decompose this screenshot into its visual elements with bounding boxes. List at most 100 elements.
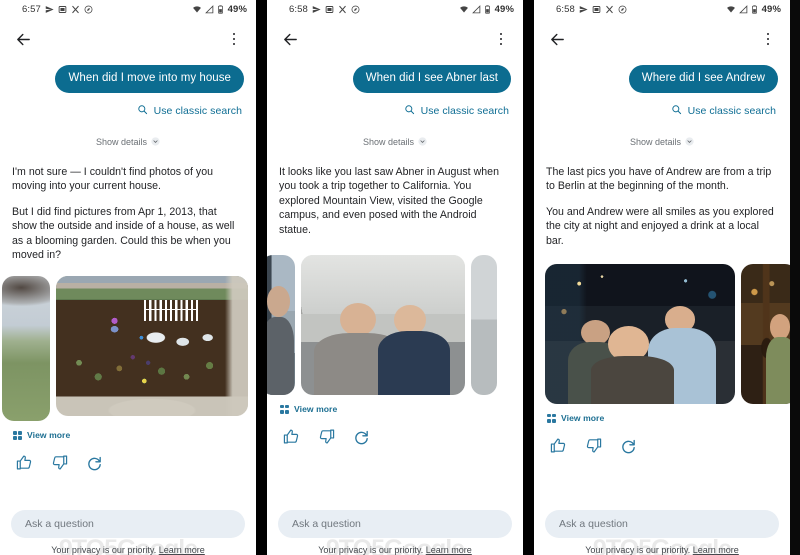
thumbs-down-icon[interactable] <box>318 428 335 445</box>
back-arrow-icon[interactable] <box>279 28 301 50</box>
photo-strip <box>0 276 256 422</box>
query-bubble[interactable]: When did I see Abner last <box>352 65 511 93</box>
photo-thumbnail[interactable] <box>56 276 248 417</box>
status-bar-right: 49% <box>192 4 247 15</box>
privacy-note: Your privacy is our priority. Learn more <box>545 538 779 555</box>
privacy-text: Your privacy is our priority. <box>585 545 691 555</box>
show-details-label: Show details <box>629 137 682 147</box>
search-icon <box>404 102 415 120</box>
battery-percent: 49% <box>227 4 247 15</box>
screenshot-icon <box>58 5 67 14</box>
answer-text: It looks like you last saw Abner in Augu… <box>267 151 523 237</box>
feedback-actions <box>534 423 790 454</box>
photo-thumbnail[interactable] <box>471 255 497 396</box>
send-icon <box>312 5 321 14</box>
classic-search-label: Use classic search <box>153 105 242 117</box>
photo-thumbnail[interactable] <box>741 264 790 405</box>
thumbs-up-icon[interactable] <box>283 428 300 445</box>
query-bubble-row: When did I see Abner last <box>267 59 523 93</box>
battery-percent: 49% <box>761 4 781 15</box>
privacy-text: Your privacy is our priority. <box>51 545 157 555</box>
show-details-label: Show details <box>95 137 148 147</box>
battery-icon <box>751 5 758 14</box>
feedback-actions <box>0 440 256 471</box>
person-head <box>267 285 291 317</box>
thumbs-up-icon[interactable] <box>16 454 33 471</box>
privacy-learn-more-link[interactable]: Learn more <box>159 545 205 555</box>
show-details-chip[interactable]: Show details <box>0 120 256 151</box>
photo-strip <box>267 255 523 396</box>
thumbs-up-icon[interactable] <box>550 437 567 454</box>
answer-paragraph: The last pics you have of Andrew are fro… <box>546 166 772 193</box>
chevron-down-icon <box>685 133 694 151</box>
status-bar-left: 6:57 <box>0 4 93 15</box>
phone-screen-2: 6:58 49% When did I see Abner last Use c… <box>267 0 523 555</box>
privacy-learn-more-link[interactable]: Learn more <box>693 545 739 555</box>
ask-question-bar[interactable] <box>11 510 245 538</box>
status-bar: 6:58 49% <box>267 0 523 19</box>
ask-question-input[interactable] <box>559 518 765 530</box>
ask-question-bar[interactable] <box>278 510 512 538</box>
photo-strip <box>534 264 790 405</box>
refresh-icon[interactable] <box>353 428 370 445</box>
ask-question-bar[interactable] <box>545 510 779 538</box>
show-details-label: Show details <box>362 137 415 147</box>
ask-question-input[interactable] <box>292 518 498 530</box>
grid-view-icon <box>13 430 22 440</box>
status-bar-right: 49% <box>726 4 781 15</box>
signal-icon <box>471 5 481 14</box>
phone-screen-1: 6:57 49% When did I move into my house U… <box>0 0 256 555</box>
status-bar-right: 49% <box>459 4 514 15</box>
query-bubble[interactable]: When did I move into my house <box>55 65 244 93</box>
app-bar <box>267 19 523 59</box>
photo-thumbnail[interactable] <box>2 276 50 422</box>
signal-icon <box>204 5 214 14</box>
screenshot-stage: 6:57 49% When did I move into my house U… <box>0 0 800 555</box>
classic-search-link[interactable]: Use classic search <box>0 93 256 120</box>
person-torso <box>590 356 675 405</box>
x-icon <box>71 5 80 14</box>
signal-icon <box>738 5 748 14</box>
status-time: 6:57 <box>22 4 41 15</box>
back-arrow-icon[interactable] <box>546 28 568 50</box>
show-details-chip[interactable]: Show details <box>534 120 790 151</box>
refresh-icon[interactable] <box>86 454 103 471</box>
wifi-icon <box>726 5 736 14</box>
classic-search-link[interactable]: Use classic search <box>267 93 523 120</box>
photo-thumbnail[interactable] <box>267 255 295 396</box>
more-vertical-icon[interactable] <box>224 28 244 50</box>
grid-view-icon <box>547 413 556 423</box>
show-details-chip[interactable]: Show details <box>267 120 523 151</box>
ask-question-input[interactable] <box>25 518 231 530</box>
back-arrow-icon[interactable] <box>12 28 34 50</box>
ask-bar-area: Your privacy is our priority. Learn more… <box>267 510 523 555</box>
status-time: 6:58 <box>556 4 575 15</box>
privacy-note: Your privacy is our priority. Learn more <box>278 538 512 555</box>
answer-paragraph: It looks like you last saw Abner in Augu… <box>279 166 499 236</box>
view-more-button[interactable]: View more <box>0 421 256 440</box>
compass-icon <box>618 5 627 14</box>
answer-text: I'm not sure — I couldn't find photos of… <box>0 151 256 262</box>
send-icon <box>45 5 54 14</box>
view-more-button[interactable]: View more <box>534 404 790 423</box>
refresh-icon[interactable] <box>620 437 637 454</box>
grid-view-icon <box>280 404 289 414</box>
view-more-button[interactable]: View more <box>267 395 523 414</box>
more-vertical-icon[interactable] <box>491 28 511 50</box>
wifi-icon <box>459 5 469 14</box>
status-time: 6:58 <box>289 4 308 15</box>
classic-search-link[interactable]: Use classic search <box>534 93 790 120</box>
privacy-learn-more-link[interactable]: Learn more <box>426 545 472 555</box>
compass-icon <box>84 5 93 14</box>
phone-screen-3: 6:58 49% Where did I see Andrew Use clas… <box>534 0 790 555</box>
query-bubble[interactable]: Where did I see Andrew <box>628 65 778 93</box>
x-icon <box>605 5 614 14</box>
person-torso <box>765 336 790 405</box>
panel-divider <box>523 0 534 555</box>
thumbs-down-icon[interactable] <box>51 454 68 471</box>
photo-thumbnail[interactable] <box>301 255 465 396</box>
photo-thumbnail[interactable] <box>545 264 735 405</box>
screenshot-icon <box>592 5 601 14</box>
more-vertical-icon[interactable] <box>758 28 778 50</box>
thumbs-down-icon[interactable] <box>585 437 602 454</box>
